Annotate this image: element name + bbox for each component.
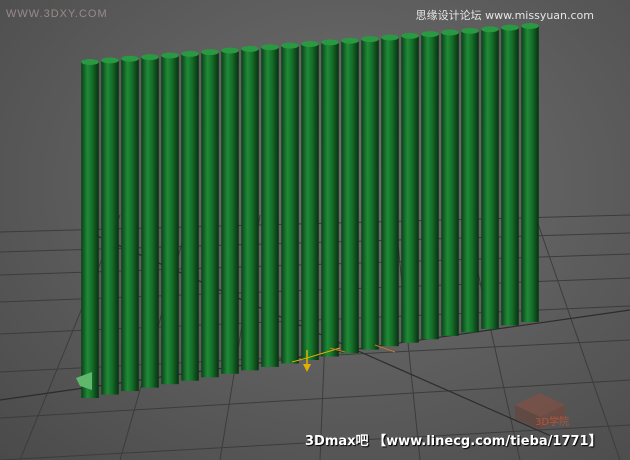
fence-slat[interactable]: [521, 23, 539, 322]
fence-slat-body: [421, 34, 439, 340]
fence-slat-body: [301, 44, 319, 360]
fence-slat-cap: [101, 57, 119, 64]
fence-slat-body: [281, 45, 299, 364]
fence-slat-body: [201, 52, 219, 378]
fence-slat-body: [221, 50, 239, 374]
fence-slat-cap: [441, 29, 459, 36]
fence-slat-cap: [261, 44, 279, 51]
fence-slat-body: [461, 30, 479, 333]
fence-slat-body: [501, 27, 519, 326]
fence-slat[interactable]: [501, 24, 519, 326]
fence-slat[interactable]: [141, 54, 159, 388]
fence-slat-cap: [521, 23, 539, 29]
fence-slat[interactable]: [201, 49, 219, 378]
fence-slat[interactable]: [321, 39, 339, 357]
fence-slat[interactable]: [441, 29, 459, 336]
fence-slat[interactable]: [241, 45, 259, 371]
fence-slat-body: [101, 60, 119, 395]
fence-slat[interactable]: [481, 26, 499, 329]
watermark-top-right: 思缘设计论坛 www.missyuan.com: [415, 9, 594, 22]
fence-slat-cap: [341, 37, 359, 44]
fence-slat-cap: [461, 27, 479, 34]
fence-slat-cap: [381, 34, 399, 41]
fence-slat-body: [161, 55, 179, 385]
fence-slat[interactable]: [381, 34, 399, 347]
fence-slat-body: [121, 58, 139, 392]
fence-slat-cap: [421, 31, 439, 38]
fence-slat[interactable]: [461, 27, 479, 333]
fence-slat-cap: [121, 55, 139, 62]
fence-slat-cap: [201, 49, 219, 56]
watermark-logo-text: 3D学院: [535, 417, 570, 428]
fence-slat[interactable]: [401, 32, 419, 343]
fence-slat-cap: [161, 52, 179, 59]
fence-slat-cap: [281, 42, 299, 49]
fence-slat-body: [241, 48, 259, 371]
fence-slat[interactable]: [221, 47, 239, 374]
fence-slat-cap: [321, 39, 339, 46]
fence-slat-cap: [301, 41, 319, 47]
fence-slat-cap: [221, 47, 239, 54]
fence-slat-cap: [361, 36, 379, 43]
fence-slat-cap: [241, 45, 259, 52]
fence-slat-body: [341, 40, 359, 354]
fence-slat[interactable]: [281, 42, 299, 364]
fence-slat[interactable]: [161, 52, 179, 385]
viewport-perspective[interactable]: WWW.3DXY.COM 思缘设计论坛 www.missyuan.com 3D学…: [0, 0, 630, 460]
fence-slat-body: [381, 37, 399, 347]
fence-slat-cap: [481, 26, 499, 33]
fence-slat-body: [441, 32, 459, 336]
fence-slat-body: [81, 62, 99, 398]
fence-slat[interactable]: [101, 57, 119, 395]
fence-slat-body: [521, 26, 539, 322]
fence-slat-body: [261, 47, 279, 367]
fence-slat-cap: [81, 59, 99, 65]
fence-slat-cap: [501, 24, 519, 31]
gizmo-arrow-icon[interactable]: [303, 364, 311, 372]
fence-slat[interactable]: [81, 59, 99, 398]
fence-slat[interactable]: [121, 55, 139, 392]
watermark-top-left: WWW.3DXY.COM: [6, 8, 108, 20]
fence-slat[interactable]: [341, 37, 359, 354]
fence-slat-cap: [401, 32, 419, 39]
fence-slat-body: [361, 39, 379, 350]
fence-slat[interactable]: [361, 36, 379, 350]
fence-slat-cap: [141, 54, 159, 61]
fence-model[interactable]: [76, 23, 539, 398]
fence-slat[interactable]: [301, 41, 319, 360]
fence-slat-body: [401, 35, 419, 343]
fence-slat-body: [181, 53, 199, 381]
watermark-bottom: 3Dmax吧 【www.linecg.com/tieba/1771】: [305, 430, 602, 449]
fence-slat-body: [141, 57, 159, 388]
watermark-bottom-left: 3Dmax吧: [305, 434, 369, 449]
fence-slat[interactable]: [261, 44, 279, 367]
fence-slat-body: [321, 42, 339, 357]
fence-slat-body: [481, 29, 499, 329]
fence-slat[interactable]: [421, 31, 439, 340]
fence-slat[interactable]: [181, 50, 199, 381]
fence-slat-cap: [181, 50, 199, 57]
watermark-bottom-right: 【www.linecg.com/tieba/1771】: [373, 434, 602, 449]
